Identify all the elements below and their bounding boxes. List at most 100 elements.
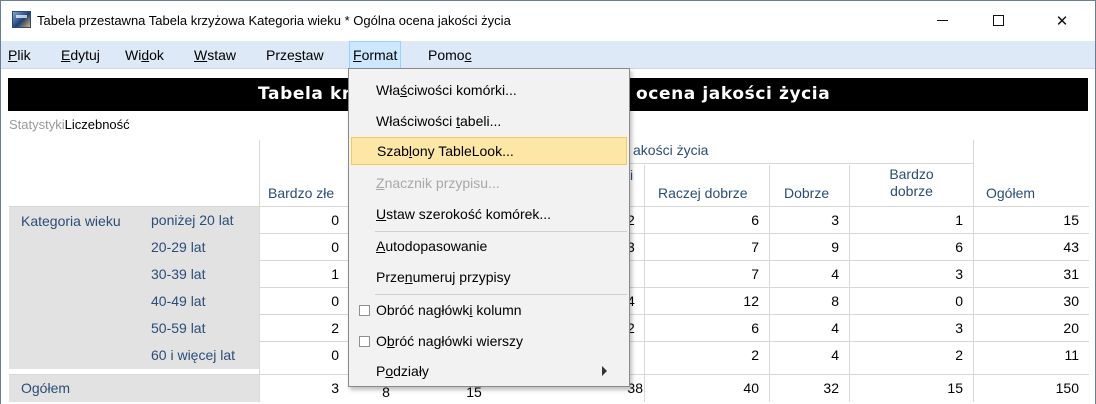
menu-accel: E (61, 47, 71, 63)
menu-wstaw[interactable]: Wstaw (191, 41, 239, 69)
item-label-pre: Wła (376, 82, 401, 98)
item-label-post: umeruj przypisy (412, 269, 511, 285)
table-cell[interactable]: 3 (769, 207, 849, 234)
table-cell[interactable]: 6 (644, 207, 769, 234)
submenu-arrow-icon (602, 366, 607, 376)
menu-label-post: staw (207, 47, 237, 63)
row-label: 60 i więcej lat (139, 342, 259, 369)
menu-item-breaks[interactable]: Podziały (351, 357, 627, 385)
table-cell[interactable]: 4 (769, 342, 849, 369)
checkbox-icon[interactable] (359, 305, 370, 316)
table-cell[interactable]: 0 (259, 207, 349, 234)
table-cell[interactable]: 3 (259, 375, 349, 402)
row-group-label: Kategoria wieku (9, 207, 139, 369)
table-cell[interactable]: 1 (259, 261, 349, 288)
menu-item-cell-properties[interactable]: Właściwości komórki... (351, 76, 627, 104)
table-cell[interactable]: 2 (644, 342, 769, 369)
table-cell[interactable]: 2 (259, 315, 349, 342)
table-cell[interactable]: 32 (769, 375, 849, 402)
menu-item-table-properties[interactable]: Właściwości tabeli... (351, 107, 627, 135)
item-label-post: ciwości komórki... (407, 82, 517, 98)
menu-item-rotate-row-headers[interactable]: Obróć nagłówki wierszy (351, 327, 627, 355)
menu-label-post: dytuj (70, 47, 100, 63)
maximize-button[interactable] (975, 1, 1021, 40)
title-bar: Tabela przestawna Tabela krzyżowa Katego… (1, 1, 1095, 40)
minimize-button[interactable] (919, 1, 965, 40)
close-button[interactable]: ✕ (1039, 1, 1085, 40)
maximize-icon (992, 15, 1004, 26)
row-label: 30-39 lat (139, 261, 259, 288)
table-cell[interactable]: 150 (973, 375, 1089, 402)
table-cell[interactable]: 1 (849, 207, 973, 234)
menu-edytuj[interactable]: Edytuj (58, 41, 103, 69)
table-cell[interactable]: 0 (259, 288, 349, 315)
item-label-post: ony TableLook... (412, 143, 514, 159)
row-total-label: Ogółem (9, 375, 259, 402)
grid-line (629, 163, 974, 164)
table-cell[interactable]: 6 (644, 315, 769, 342)
table-cell[interactable]: 9 (769, 234, 849, 261)
table-cell[interactable]: 2 (849, 342, 973, 369)
table-cell[interactable]: 20 (973, 315, 1089, 342)
table-cell[interactable]: 4 (769, 261, 849, 288)
column-header-ogolem: Ogółem (986, 185, 1036, 201)
format-dropdown-menu: Właściwości komórki... Właściwości tabel… (348, 68, 630, 387)
table-cell-hidden[interactable]: 15 (459, 385, 489, 400)
table-cell[interactable]: 8 (769, 288, 849, 315)
statistics-label: Statystyki (9, 117, 65, 132)
item-label-pre: Szab (377, 143, 409, 159)
menu-item-rotate-column-headers[interactable]: Obróć nagłówki kolumn (351, 296, 627, 324)
menu-format[interactable]: Format (349, 41, 402, 69)
item-label-post: kolumn (472, 302, 522, 318)
table-cell[interactable]: 30 (973, 288, 1089, 315)
item-label-pre: O (376, 333, 387, 349)
table-cell[interactable]: 31 (973, 261, 1089, 288)
menu-label-post: lik (17, 47, 31, 63)
table-cell[interactable]: 3 (849, 315, 973, 342)
table-cell[interactable]: 40 (644, 375, 769, 402)
item-label-post: róć nagłówki wierszy (394, 333, 524, 349)
table-cell[interactable]: 15 (973, 207, 1089, 234)
menu-accel: W (194, 47, 208, 63)
item-accel: o (385, 363, 394, 379)
menu-item-renumber-footnotes[interactable]: Przenumeruj przypisy (351, 263, 627, 291)
menu-pomoc[interactable]: Pomoc (425, 41, 475, 69)
table-cell[interactable]: 4 (769, 315, 849, 342)
table-cell[interactable]: 6 (849, 234, 973, 261)
menu-widok[interactable]: Widok (122, 41, 167, 69)
item-label-post: działy (393, 363, 429, 379)
menu-item-autofit[interactable]: Autodopasowanie (351, 232, 627, 260)
table-cell[interactable]: 0 (259, 234, 349, 261)
item-label-post: utodopasowanie (385, 238, 488, 254)
table-cell-hidden[interactable]: 8 (376, 385, 396, 400)
table-cell[interactable]: 12 (644, 288, 769, 315)
menu-item-tablelook-templates[interactable]: Szablony TableLook... (351, 137, 627, 165)
item-label-pre: Obróć nagłówk (376, 302, 470, 318)
item-accel: Z (376, 175, 385, 191)
menu-plik[interactable]: Plik (5, 41, 34, 69)
table-cell[interactable]: 7 (644, 261, 769, 288)
row-label: 20-29 lat (139, 234, 259, 261)
checkbox-icon[interactable] (359, 336, 370, 347)
table-cell[interactable]: 0 (849, 288, 973, 315)
row-label: 50-59 lat (139, 315, 259, 342)
table-cell[interactable]: 0 (259, 342, 349, 369)
table-cell[interactable]: 7 (644, 234, 769, 261)
menu-item-footnote-marker[interactable]: Znacznik przypisu... (351, 169, 627, 197)
table-title-left: Tabela krz (258, 84, 362, 104)
table-cell[interactable]: 15 (849, 375, 973, 402)
menu-accel: s (294, 47, 302, 63)
menu-item-set-cell-width[interactable]: Ustaw szerokość komórek... (351, 200, 627, 228)
minimize-icon (936, 20, 948, 21)
menu-przestaw[interactable]: Przestaw (263, 41, 327, 69)
menu-label-post: ok (149, 47, 164, 63)
pivot-table-window: Tabela przestawna Tabela krzyżowa Katego… (0, 0, 1096, 404)
table-cell[interactable]: 43 (973, 234, 1089, 261)
item-label-post: abeli... (460, 113, 502, 129)
table-cell[interactable]: 11 (973, 342, 1089, 369)
item-label-pre: Prze (376, 269, 405, 285)
column-fragment: i (630, 167, 634, 183)
table-cell[interactable]: 3 (849, 261, 973, 288)
item-label-post: nacznik przypisu... (384, 175, 500, 191)
column-header-bardzo-zle: Bardzo złe (268, 185, 335, 201)
